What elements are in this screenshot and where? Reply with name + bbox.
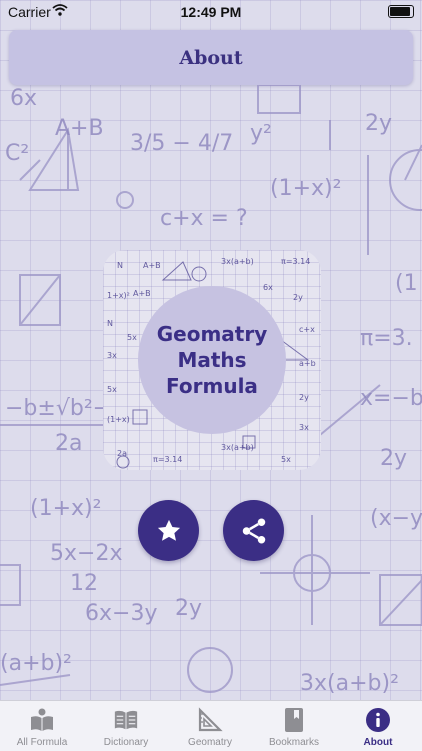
svg-text:(x−y: (x−y xyxy=(370,506,422,531)
svg-text:3x(a+b)²: 3x(a+b)² xyxy=(300,671,399,696)
svg-text:6x−3y: 6x−3y xyxy=(85,601,157,626)
share-button[interactable] xyxy=(223,500,284,561)
svg-text:A+B: A+B xyxy=(55,116,104,141)
favorite-button[interactable] xyxy=(138,500,199,561)
info-icon xyxy=(365,707,391,733)
book-icon xyxy=(29,707,55,733)
app-logo: N A+B 3x(a+b) π=3.14 1+x)² A+B 6x 2y N 5x c+x 3x… xyxy=(103,250,321,470)
svg-text:3x(a+b): 3x(a+b) xyxy=(221,257,254,266)
star-icon xyxy=(157,519,180,541)
svg-text:π=3.14: π=3.14 xyxy=(153,455,182,464)
svg-text:(1+x)²: (1+x)² xyxy=(30,496,101,521)
tab-bar: All Formula Dictionary Geomatry Bookmark… xyxy=(0,700,422,751)
svg-text:2y: 2y xyxy=(293,293,303,302)
svg-text:2a: 2a xyxy=(55,431,82,456)
svg-text:3x: 3x xyxy=(107,351,117,360)
svg-text:2y: 2y xyxy=(365,111,392,136)
tab-dictionary[interactable]: Dictionary xyxy=(84,701,168,751)
battery-icon xyxy=(388,5,414,18)
status-time: 12:49 PM xyxy=(180,4,242,20)
tab-label: Dictionary xyxy=(103,737,149,748)
page-title: About xyxy=(179,46,243,69)
svg-text:6x: 6x xyxy=(10,86,37,111)
tab-about[interactable]: About xyxy=(336,701,420,751)
svg-text:3/5 − 4/7: 3/5 − 4/7 xyxy=(130,131,233,156)
svg-text:π=3.14: π=3.14 xyxy=(281,257,310,266)
svg-text:N: N xyxy=(117,261,123,270)
svg-text:12: 12 xyxy=(70,571,98,596)
svg-text:5x: 5x xyxy=(281,455,291,464)
bookmark-icon xyxy=(281,707,307,733)
logo-text-line-3: Formula xyxy=(166,374,258,398)
svg-text:6x: 6x xyxy=(263,283,273,292)
dictionary-icon xyxy=(113,707,139,733)
svg-text:2y: 2y xyxy=(299,393,309,402)
svg-text:(1+x)²: (1+x)² xyxy=(270,176,341,201)
tab-all-formula[interactable]: All Formula xyxy=(0,701,84,751)
tab-label: Bookmarks xyxy=(268,737,319,748)
svg-text:N: N xyxy=(107,319,113,328)
tab-label: Geomatry xyxy=(188,737,232,748)
svg-text:−b±√b²−: −b±√b²− xyxy=(5,396,111,421)
tab-label: About xyxy=(363,737,393,748)
svg-text:5x: 5x xyxy=(107,385,117,394)
svg-text:3x: 3x xyxy=(299,423,309,432)
svg-text:2y: 2y xyxy=(380,446,407,471)
svg-text:C²: C² xyxy=(5,141,29,166)
svg-text:2y: 2y xyxy=(175,596,202,621)
share-icon xyxy=(242,518,265,543)
svg-text:(a+b)²: (a+b)² xyxy=(0,651,72,676)
set-square-icon xyxy=(197,707,223,733)
svg-text:1+x)²: 1+x)² xyxy=(107,291,130,300)
logo-text-line-2: Maths xyxy=(177,348,247,372)
svg-text:π=3.: π=3. xyxy=(360,326,413,351)
tab-bookmarks[interactable]: Bookmarks xyxy=(252,701,336,751)
svg-text:c+x = ?: c+x = ? xyxy=(160,206,248,231)
tab-label: All Formula xyxy=(16,737,68,748)
svg-text:x=−b±: x=−b± xyxy=(360,386,422,411)
logo-circle: Geomatry Maths Formula xyxy=(138,286,286,434)
logo-text-line-1: Geomatry xyxy=(156,322,268,346)
svg-text:y²: y² xyxy=(250,121,272,146)
svg-text:5x−2x: 5x−2x xyxy=(50,541,122,566)
svg-text:(1: (1 xyxy=(395,271,418,296)
tab-geomatry[interactable]: Geomatry xyxy=(168,701,252,751)
svg-text:A+B: A+B xyxy=(143,261,161,270)
status-bar: Carrier 12:49 PM xyxy=(0,0,422,24)
svg-text:c+x: c+x xyxy=(299,325,315,334)
navigation-header: About xyxy=(9,30,413,85)
svg-text:5x: 5x xyxy=(127,333,137,342)
svg-text:A+B: A+B xyxy=(133,289,151,298)
svg-text:(1+x): (1+x) xyxy=(107,415,130,424)
